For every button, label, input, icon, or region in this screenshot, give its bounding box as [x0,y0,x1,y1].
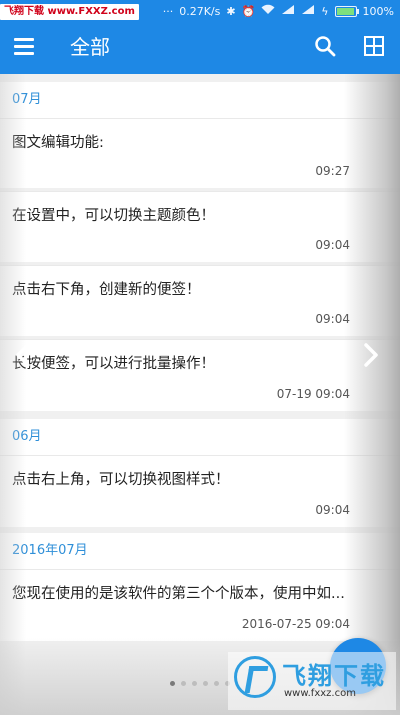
watermark-label: 飞翔下载 [4,6,44,17]
note-card[interactable]: 您现在使用的是该软件的第三个个版本，使用中如... 2016-07-25 09:… [0,569,400,641]
signal-icon [281,4,295,18]
note-time: 07-19 09:04 [276,387,350,401]
watermark-url: www.FXXZ.com [47,6,135,17]
network-speed: 0.27K/s [179,4,221,18]
watermark-logo: 飞翔下载 www.fxxz.com [228,652,396,710]
charging-icon: ϟ [321,4,329,18]
note-time: 2016-07-25 09:04 [241,617,350,631]
page-dot[interactable] [181,681,186,686]
note-text: 点击右下角，创建新的便签！ [12,282,201,298]
bluetooth-icon: ✱ [226,4,236,18]
page-dot[interactable] [170,681,175,686]
note-card[interactable]: 长按便签，可以进行批量操作！ 07-19 09:04 [0,339,400,411]
signal-2-icon [301,4,315,18]
page-title: 全部 [70,35,110,59]
note-text: 点击右上角，可以切换视图样式！ [12,472,230,488]
note-card[interactable]: 图文编辑功能: 09:27 [0,118,400,188]
note-time: 09:04 [315,238,350,252]
status-indicators: ··· 0.27K/s ✱ ⏰ ϟ 100% [163,0,394,22]
note-card[interactable]: 在设置中，可以切换主题颜色！ 09:04 [0,191,400,262]
logo-mark-icon [234,656,276,698]
previous-arrow-icon[interactable] [14,342,32,368]
note-text: 图文编辑功能: [12,135,104,151]
more-dots-icon: ··· [162,4,174,18]
page-indicator [170,681,230,686]
note-time: 09:27 [315,164,350,178]
wifi-icon [261,4,275,18]
logo-url: www.fxxz.com [284,688,356,699]
logo-brand: 飞翔下载 [282,662,386,690]
notes-list[interactable]: 07月 图文编辑功能: 09:27 在设置中，可以切换主题颜色！ 09:04 点… [0,74,400,715]
note-text: 在设置中，可以切换主题颜色！ [12,208,215,224]
search-icon[interactable] [314,35,336,57]
note-text: 您现在使用的是该软件的第三个个版本，使用中如... [12,586,345,602]
note-text: 长按便签，可以进行批量操作！ [12,356,215,372]
page-dot[interactable] [203,681,208,686]
note-card[interactable]: 点击右上角，可以切换视图样式！ 09:04 [0,455,400,527]
note-time: 09:04 [315,312,350,326]
next-arrow-icon[interactable] [362,342,380,368]
status-bar: 飞翔下载 www.FXXZ.com ··· 0.27K/s ✱ ⏰ ϟ 100% [0,0,400,22]
menu-icon[interactable] [14,38,34,56]
note-card[interactable]: 点击右下角，创建新的便签！ 09:04 [0,265,400,336]
section-header: 07月 [0,82,400,118]
app-bar: 全部 [0,22,400,74]
section-header: 06月 [0,419,400,455]
page-dot[interactable] [192,681,197,686]
grid-view-icon[interactable] [364,36,384,56]
watermark-badge: 飞翔下载 www.FXXZ.com [0,4,139,20]
alarm-icon: ⏰ [241,4,256,18]
note-time: 09:04 [315,503,350,517]
battery-percent: 100% [362,4,394,18]
section-header: 2016年07月 [0,533,400,569]
battery-icon [334,5,359,17]
page-dot[interactable] [214,681,219,686]
